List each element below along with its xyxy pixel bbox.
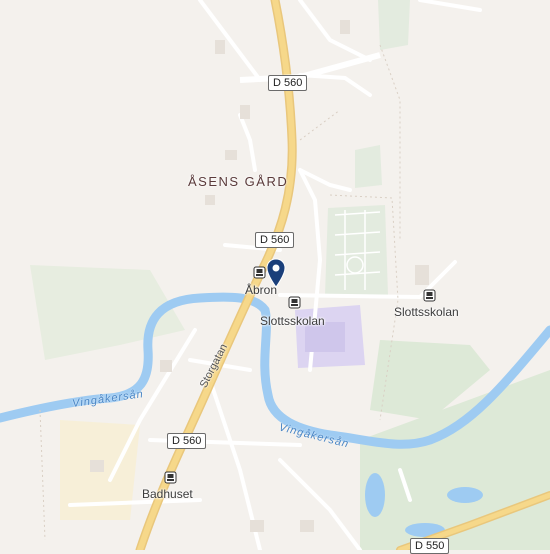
pond	[447, 487, 483, 503]
bus-stop-icon[interactable]	[423, 289, 436, 302]
location-pin-icon[interactable]	[266, 258, 286, 288]
park-area	[378, 0, 410, 50]
road-shield-d560-middle: D 560	[255, 232, 295, 248]
road-shield-d560-south: D 560	[167, 433, 207, 449]
stop-label-slottsskolan[interactable]: Slottsskolan	[260, 314, 325, 328]
bus-stop-icon[interactable]	[253, 266, 266, 279]
park-area	[355, 145, 382, 188]
road-d560-north	[239, 52, 381, 83]
bus-stop-icon[interactable]	[288, 296, 301, 309]
bus-stop-icon[interactable]	[164, 471, 177, 484]
road-shield-d550: D 550	[410, 538, 450, 554]
cemetery-area	[325, 205, 388, 295]
stop-label-badhuset[interactable]: Badhuset	[142, 487, 193, 501]
map-canvas[interactable]: ÅSENS GÅRD D 560 D 560 D 560 D 550 Storg…	[0, 0, 550, 554]
road-shield-d560-north: D 560	[268, 75, 308, 91]
stop-label-slottsskolan-east[interactable]: Slottsskolan	[394, 305, 459, 319]
pond	[365, 473, 385, 517]
district-label: ÅSENS GÅRD	[188, 174, 289, 189]
